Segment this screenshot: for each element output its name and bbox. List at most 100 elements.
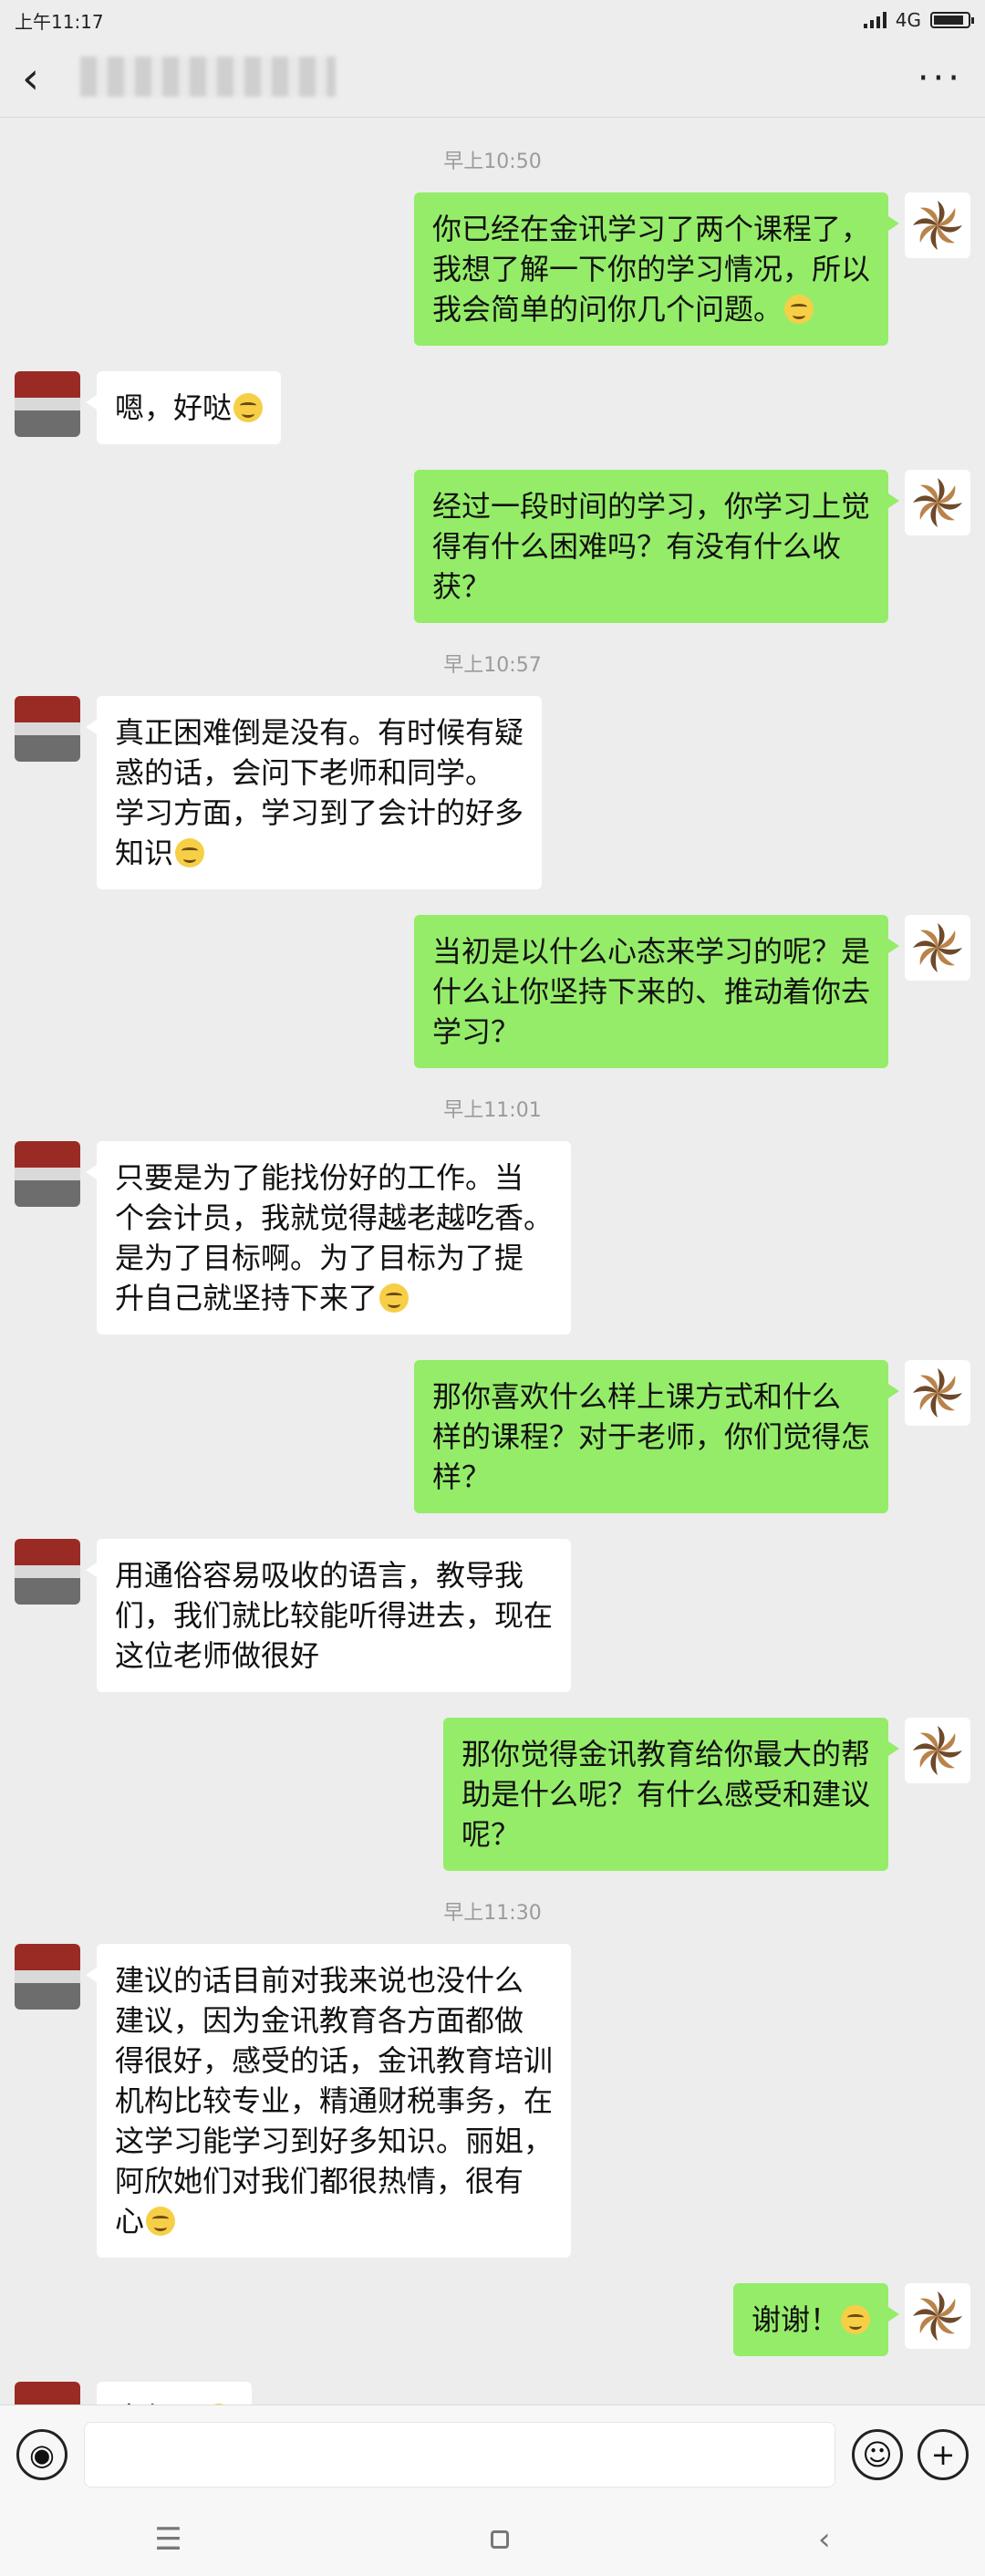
message-bubble[interactable]: 当初是以什么心态来学习的呢？是 什么让你坚持下来的、推动着你去 学习？ xyxy=(413,915,900,1068)
timestamp: 早上11:01 xyxy=(443,1099,542,1122)
smile-emoji-icon xyxy=(841,2305,870,2334)
message-bubble[interactable]: 那你觉得金讯教育给你最大的帮 助是什么呢？有什么感受和建议 呢？ xyxy=(442,1718,900,1871)
smile-emoji-icon xyxy=(784,295,814,324)
message-line: 建议的话目前对我来说也没什么 xyxy=(115,1963,524,1998)
incoming-message: 用通俗容易吸收的语言，教导我 们，我们就比较能听得进去，现在 这位老师做很好 xyxy=(0,1539,985,1692)
message-line: 用通俗容易吸收的语言，教导我 xyxy=(115,1558,524,1593)
message-bubble[interactable]: 真正困难倒是没有。有时候有疑 惑的话，会问下老师和同学。 学习方面，学习到了会计的好… xyxy=(85,696,543,889)
message-line: 谢谢！ xyxy=(752,2300,870,2340)
self-avatar[interactable] xyxy=(905,1360,970,1426)
message-line: 这位老师做很好 xyxy=(115,1638,320,1673)
message-line: 建议，因为金讯教育各方面都做 xyxy=(115,2003,524,2038)
self-avatar[interactable] xyxy=(905,192,970,258)
timestamp: 早上11:30 xyxy=(443,1902,542,1925)
smile-emoji-icon xyxy=(379,1283,410,1313)
message-line: 这学习能学习到好多知识。丽姐， xyxy=(115,2124,554,2158)
contact-avatar[interactable] xyxy=(15,1944,80,2010)
status-indicators: 4G xyxy=(863,9,974,31)
self-avatar[interactable] xyxy=(905,470,970,535)
smile-emoji-icon xyxy=(146,2207,176,2236)
chat-header: ‹ ··· xyxy=(0,40,985,118)
message-line: 那你喜欢什么样上课方式和什么 xyxy=(431,1379,841,1414)
message-line: 是为了目标啊。为了目标为了提 xyxy=(115,1241,524,1275)
message-bubble[interactable]: 你已经在金讯学习了两个课程了， 我想了解一下你的学习情况，所以 我会简单的问你几个问… xyxy=(413,192,900,346)
message-line: 你已经在金讯学习了两个课程了， xyxy=(431,212,870,246)
more-options-button[interactable]: ··· xyxy=(918,57,963,99)
contact-avatar[interactable] xyxy=(15,1539,80,1605)
menu-icon[interactable]: ☰ xyxy=(154,2521,181,2558)
message-line: 那你觉得金讯教育给你最大的帮 xyxy=(461,1737,870,1771)
message-line: 样的课程？对于老师，你们觉得怎 xyxy=(431,1419,870,1454)
system-navigation-bar: ☰ ‹ xyxy=(0,2503,985,2576)
message-line: 心 xyxy=(115,2201,553,2241)
self-avatar[interactable] xyxy=(905,1718,970,1783)
message-bubble[interactable]: 经过一段时间的学习，你学习上觉 得有什么困难吗？有没有什么收 获？ xyxy=(413,470,900,623)
input-bar: ◉ ☺ + xyxy=(0,2405,985,2503)
status-time: 上午11:17 xyxy=(15,10,104,33)
message-line: 当初是以什么心态来学习的呢？是 xyxy=(431,934,870,969)
contact-avatar[interactable] xyxy=(15,1141,80,1207)
message-line: 得很好，感受的话，金讯教育培训 xyxy=(115,2043,554,2078)
self-avatar[interactable] xyxy=(905,2283,970,2349)
network-label: 4G xyxy=(895,9,921,31)
message-line: 经过一段时间的学习，你学习上觉 xyxy=(431,489,870,524)
pinwheel-icon xyxy=(913,478,962,527)
home-icon[interactable] xyxy=(491,2530,510,2549)
incoming-message: 建议的话目前对我来说也没什么 建议，因为金讯教育各方面都做 得很好，感受的话，金讯教… xyxy=(0,1944,985,2258)
message-line: 获？ xyxy=(431,569,491,604)
message-line: 阿欣她们对我们都很热情，很有 xyxy=(115,2164,524,2198)
outgoing-message: 当初是以什么心态来学习的呢？是 什么让你坚持下来的、推动着你去 学习？ xyxy=(0,915,985,1068)
incoming-message: 嗯，好哒 xyxy=(0,371,985,444)
contact-avatar[interactable] xyxy=(15,371,80,437)
message-line: 学习方面，学习到了会计的好多 xyxy=(115,795,524,830)
message-line: 个会计员，我就觉得越老越吃香。 xyxy=(115,1200,554,1235)
message-bubble[interactable]: 那你喜欢什么样上课方式和什么 样的课程？对于老师，你们觉得怎 样？ xyxy=(413,1360,900,1513)
back-icon[interactable]: ‹ xyxy=(818,2521,831,2558)
message-bubble[interactable]: 建议的话目前对我来说也没什么 建议，因为金讯教育各方面都做 得很好，感受的话，金讯教… xyxy=(85,1944,572,2258)
message-line: 们，我们就比较能听得进去，现在 xyxy=(115,1598,554,1633)
pinwheel-icon xyxy=(913,2291,962,2341)
self-avatar[interactable] xyxy=(905,915,970,981)
message-line: 什么让你坚持下来的、推动着你去 xyxy=(431,974,870,1009)
chevron-left-icon[interactable]: ‹ xyxy=(22,53,39,104)
message-line: 我会简单的问你几个问题。 xyxy=(432,289,870,329)
battery-fill xyxy=(934,16,963,25)
message-bubble[interactable]: 谢谢！ xyxy=(732,2283,900,2356)
voice-icon[interactable]: ◉ xyxy=(16,2428,67,2480)
message-line: 机构比较专业，精通财税事务，在 xyxy=(115,2083,554,2118)
emoji-icon[interactable]: ☺ xyxy=(852,2428,903,2480)
outgoing-message: 那你喜欢什么样上课方式和什么 样的课程？对于老师，你们觉得怎 样？ xyxy=(0,1360,985,1513)
message-line: 知识 xyxy=(115,833,524,873)
message-line: 我想了解一下你的学习情况，所以 xyxy=(431,252,870,286)
message-line: 助是什么呢？有什么感受和建议 xyxy=(461,1777,870,1812)
status-bar: 上午11:17 4G xyxy=(0,0,985,40)
message-line: 得有什么困难吗？有没有什么收 xyxy=(431,529,841,564)
message-line: 学习？ xyxy=(431,1014,520,1049)
battery-icon xyxy=(930,12,974,28)
pinwheel-icon xyxy=(913,1368,962,1418)
message-line: 只要是为了能找份好的工作。当 xyxy=(115,1160,524,1195)
smile-emoji-icon xyxy=(175,838,205,867)
outgoing-message: 那你觉得金讯教育给你最大的帮 助是什么呢？有什么感受和建议 呢？ xyxy=(0,1718,985,1871)
message-line: 惑的话，会问下老师和同学。 xyxy=(115,755,495,790)
plus-icon[interactable]: + xyxy=(918,2428,969,2480)
outgoing-message: 你已经在金讯学习了两个课程了， 我想了解一下你的学习情况，所以 我会简单的问你几个问… xyxy=(0,192,985,346)
message-bubble[interactable]: 嗯，好哒 xyxy=(85,371,282,444)
timestamp: 早上10:57 xyxy=(443,654,542,677)
message-bubble[interactable]: 只要是为了能找份好的工作。当 个会计员，我就觉得越老越吃香。 是为了目标啊。为了目标… xyxy=(85,1141,572,1335)
contact-avatar[interactable] xyxy=(15,696,80,762)
signal-icon xyxy=(863,12,886,28)
pinwheel-icon xyxy=(913,923,962,972)
blurred-contact-title xyxy=(80,57,336,97)
message-line: 呢？ xyxy=(461,1817,520,1852)
message-input[interactable] xyxy=(84,2421,835,2488)
message-line: 样？ xyxy=(431,1459,491,1494)
incoming-message: 只要是为了能找份好的工作。当 个会计员，我就觉得越老越吃香。 是为了目标啊。为了目标… xyxy=(0,1141,985,1335)
timestamp: 早上10:50 xyxy=(443,151,542,173)
smile-emoji-icon xyxy=(233,393,264,422)
pinwheel-icon xyxy=(913,201,962,250)
message-bubble[interactable]: 用通俗容易吸收的语言，教导我 们，我们就比较能听得进去，现在 这位老师做很好 xyxy=(85,1539,572,1692)
message-line: 嗯，好哒 xyxy=(115,388,264,428)
pinwheel-icon xyxy=(913,1726,962,1775)
outgoing-message: 谢谢！ xyxy=(0,2283,985,2356)
